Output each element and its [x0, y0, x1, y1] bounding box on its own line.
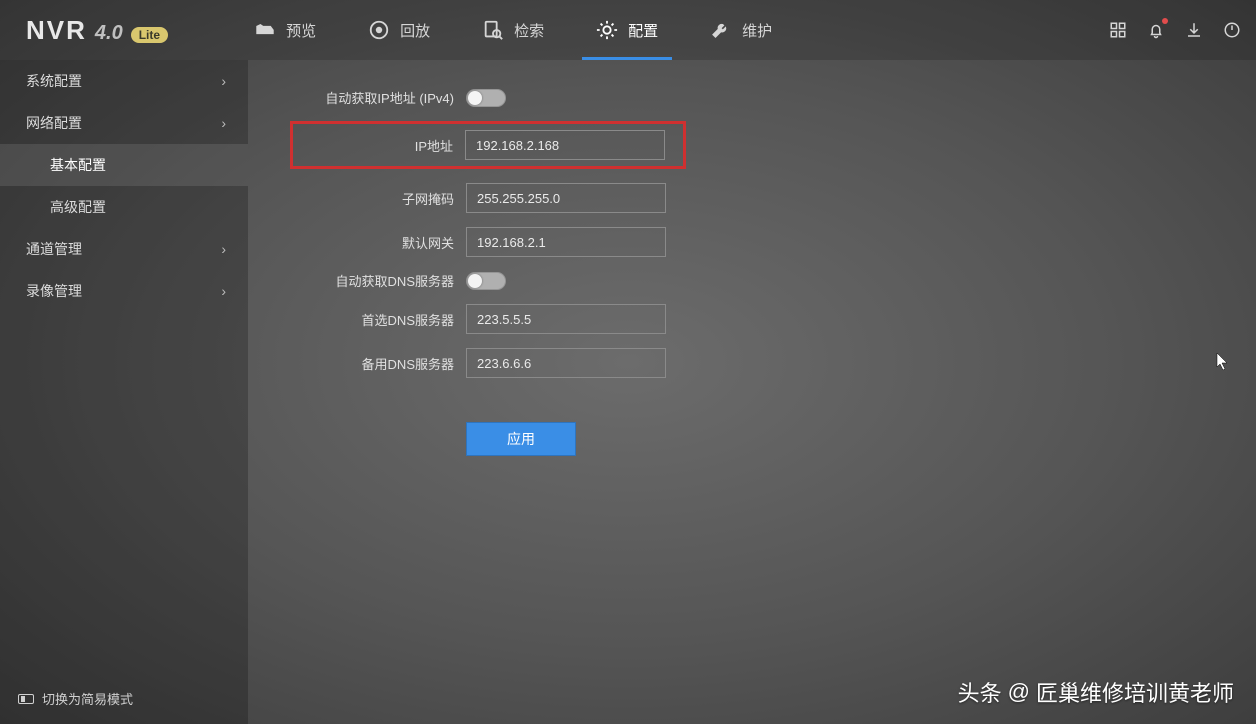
content: 自动获取IP地址 (IPv4) IP地址 子网掩码 默认网关 自动获取DNS服务…: [248, 60, 1256, 724]
sidebar-item-system[interactable]: 系统配置 ›: [0, 60, 248, 102]
brand-name: NVR: [26, 15, 87, 46]
label-auto-dns: 自动获取DNS服务器: [294, 271, 454, 290]
topnav-playback[interactable]: 回放: [342, 0, 456, 60]
sidebar-subitem-label: 高级配置: [50, 197, 106, 217]
topnav-maintenance[interactable]: 维护: [684, 0, 798, 60]
sidebar-subitem-label: 基本配置: [50, 155, 106, 175]
label-gateway: 默认网关: [294, 233, 454, 252]
body: 系统配置 › 网络配置 › 基本配置 高级配置 通道管理 › 录像管理 › 切换…: [0, 60, 1256, 724]
topnav-config[interactable]: 配置: [570, 0, 684, 60]
topnav-label: 预览: [286, 20, 316, 41]
toggle-auto-ipv4[interactable]: [466, 89, 506, 107]
sidebar-bottom-label: 切换为简易模式: [42, 689, 133, 708]
sidebar-item-record[interactable]: 录像管理 ›: [0, 270, 248, 312]
input-dns2[interactable]: [466, 348, 666, 378]
sidebar: 系统配置 › 网络配置 › 基本配置 高级配置 通道管理 › 录像管理 › 切换…: [0, 60, 248, 724]
brand: NVR 4.0 Lite: [26, 15, 168, 46]
wrench-icon: [710, 19, 732, 41]
topnav-label: 配置: [628, 20, 658, 41]
watermark-at: @: [1008, 679, 1030, 705]
topnav-preview[interactable]: 预览: [228, 0, 342, 60]
topbar: NVR 4.0 Lite 预览 回放 检索 配置: [0, 0, 1256, 60]
chevron-right-icon: ›: [221, 283, 226, 299]
label-auto-ipv4: 自动获取IP地址 (IPv4): [294, 88, 454, 107]
topnav-label: 回放: [400, 20, 430, 41]
sidebar-item-label: 通道管理: [26, 239, 82, 259]
topnav-label: 维护: [742, 20, 772, 41]
gear-icon: [596, 19, 618, 41]
file-search-icon: [482, 19, 504, 41]
chevron-right-icon: ›: [221, 115, 226, 131]
notification-dot-icon: [1162, 18, 1168, 24]
switch-mode-icon: [18, 694, 34, 704]
label-ip: IP地址: [293, 136, 453, 155]
sidebar-item-network[interactable]: 网络配置 ›: [0, 102, 248, 144]
download-icon[interactable]: [1184, 20, 1204, 40]
camera-icon: [254, 19, 276, 41]
sidebar-item-label: 系统配置: [26, 71, 82, 91]
input-gateway[interactable]: [466, 227, 666, 257]
ip-row-highlight: IP地址: [290, 121, 686, 169]
disc-icon: [368, 19, 390, 41]
label-dns2: 备用DNS服务器: [294, 354, 454, 373]
grid-icon[interactable]: [1108, 20, 1128, 40]
network-form: 自动获取IP地址 (IPv4) IP地址 子网掩码 默认网关 自动获取DNS服务…: [294, 88, 1256, 456]
chevron-right-icon: ›: [221, 241, 226, 257]
watermark-name: 匠巢维修培训黄老师: [1036, 676, 1234, 708]
toggle-auto-dns[interactable]: [466, 272, 506, 290]
input-ip[interactable]: [465, 130, 665, 160]
brand-version: 4.0: [95, 22, 123, 45]
sidebar-bottom-switch[interactable]: 切换为简易模式: [0, 689, 248, 708]
watermark: 头条 @ 匠巢维修培训黄老师: [958, 676, 1234, 708]
apply-button[interactable]: 应用: [466, 422, 576, 456]
topnav-search[interactable]: 检索: [456, 0, 570, 60]
sidebar-subitem-advanced[interactable]: 高级配置: [0, 186, 248, 228]
label-mask: 子网掩码: [294, 189, 454, 208]
topnav: 预览 回放 检索 配置 维护: [228, 0, 798, 60]
power-icon[interactable]: [1222, 20, 1242, 40]
sidebar-item-channel[interactable]: 通道管理 ›: [0, 228, 248, 270]
brand-badge: Lite: [131, 27, 168, 43]
topnav-label: 检索: [514, 20, 544, 41]
input-dns1[interactable]: [466, 304, 666, 334]
watermark-head: 头条: [958, 676, 1002, 708]
topbar-right: [1108, 20, 1242, 40]
input-mask[interactable]: [466, 183, 666, 213]
sidebar-subitem-basic[interactable]: 基本配置: [0, 144, 248, 186]
sidebar-item-label: 录像管理: [26, 281, 82, 301]
sidebar-item-label: 网络配置: [26, 113, 82, 133]
label-dns1: 首选DNS服务器: [294, 310, 454, 329]
chevron-right-icon: ›: [221, 73, 226, 89]
bell-icon[interactable]: [1146, 20, 1166, 40]
